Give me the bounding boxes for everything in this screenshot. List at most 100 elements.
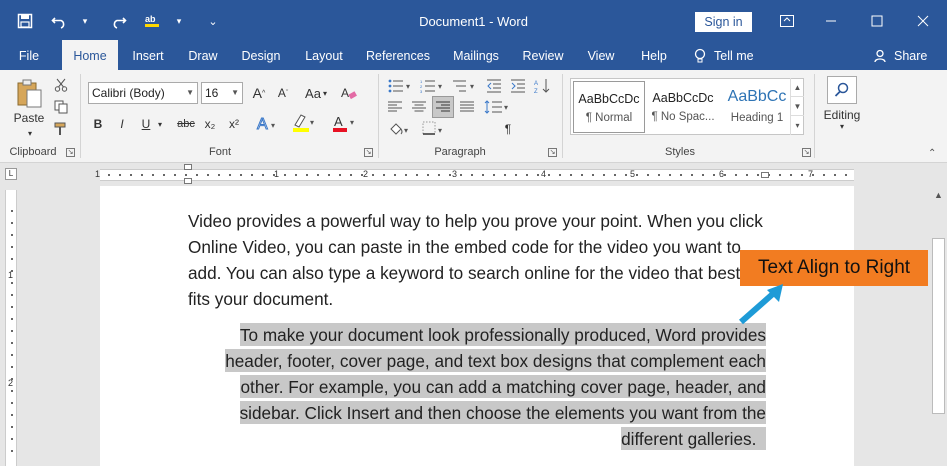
first-line-indent-marker[interactable] (184, 164, 192, 170)
minimize-icon[interactable] (816, 8, 846, 34)
ribbon-display-options-icon[interactable] (772, 8, 802, 34)
shading-icon[interactable]: ▾ (386, 120, 414, 138)
horizontal-ruler[interactable]: 11234567 (95, 169, 854, 181)
tab-home[interactable]: Home (62, 40, 118, 70)
tab-references[interactable]: References (362, 42, 434, 70)
customize-qat-icon[interactable]: ⌄ (202, 10, 224, 32)
paste-button-label[interactable]: Paste (12, 110, 46, 126)
strikethrough-button[interactable]: abc (174, 114, 198, 134)
ruler-tick (504, 174, 506, 176)
close-icon[interactable] (908, 8, 938, 34)
line-spacing-icon[interactable]: ▾ (482, 98, 512, 116)
svg-text:▾: ▾ (350, 118, 354, 127)
scroll-up-icon[interactable]: ▲ (791, 78, 804, 97)
clipboard-launcher-icon[interactable]: ↘ (66, 148, 75, 157)
save-icon[interactable] (14, 10, 36, 32)
increase-indent-icon[interactable] (508, 76, 528, 96)
paragraph-1[interactable]: Video provides a powerful way to help yo… (188, 208, 766, 312)
tab-insert[interactable]: Insert (126, 42, 170, 70)
borders-icon[interactable]: ▾ (420, 120, 448, 138)
ruler-tick (11, 270, 13, 272)
tab-help[interactable]: Help (634, 42, 674, 70)
svg-text:▾: ▾ (404, 126, 408, 135)
style-normal[interactable]: AaBbCcDc ¶ Normal (573, 81, 645, 133)
tell-me-search[interactable]: Tell me (694, 42, 754, 70)
align-right-button[interactable] (432, 96, 454, 118)
tab-view[interactable]: View (580, 42, 622, 70)
clear-formatting-icon[interactable]: A (338, 82, 360, 104)
redo-icon[interactable] (108, 10, 130, 32)
text-effects-icon[interactable]: A ▾ (254, 112, 280, 134)
styles-launcher-icon[interactable]: ↘ (802, 148, 811, 157)
subscript-button[interactable]: x₂ (202, 114, 218, 134)
ruler-tick (108, 174, 110, 176)
scroll-up-icon[interactable]: ▲ (932, 188, 945, 202)
scrollbar-thumb[interactable] (932, 238, 945, 414)
tab-selector-icon[interactable]: L (5, 168, 17, 180)
justify-icon[interactable] (458, 98, 476, 116)
tab-draw[interactable]: Draw (182, 42, 224, 70)
right-indent-marker[interactable] (761, 172, 769, 178)
vertical-scrollbar[interactable]: ▲ (930, 186, 947, 466)
highlight-color-icon[interactable]: ▾ (290, 112, 318, 134)
left-indent-marker[interactable] (184, 178, 192, 184)
format-painter-icon[interactable] (52, 120, 70, 138)
paragraph-launcher-icon[interactable]: ↘ (548, 148, 557, 157)
spelling-icon[interactable]: ab (142, 10, 164, 32)
cut-icon[interactable] (52, 76, 70, 94)
font-color-icon[interactable]: A ▾ (330, 112, 358, 134)
text-line: other. For example, you can add a matchi… (240, 375, 766, 398)
ruler-tick (11, 294, 13, 296)
text-line: different galleries. (621, 427, 757, 450)
style-no-spacing[interactable]: AaBbCcDc ¶ No Spac... (647, 81, 719, 133)
sign-in-button[interactable]: Sign in (695, 12, 752, 32)
tab-design[interactable]: Design (236, 42, 286, 70)
style-heading-1[interactable]: AaBbCc Heading 1 (721, 81, 793, 133)
show-hide-marks-icon[interactable]: ¶ (498, 120, 518, 138)
copy-icon[interactable] (52, 98, 70, 116)
tab-layout[interactable]: Layout (298, 42, 350, 70)
font-group-label: Font (208, 146, 231, 158)
collapse-ribbon-icon[interactable]: ⌃ (928, 148, 936, 159)
tab-file[interactable]: File (8, 42, 50, 70)
font-size-select[interactable]: 16 ▼ (201, 82, 243, 104)
vertical-ruler[interactable]: 12 (5, 190, 17, 466)
ruler-tick (11, 378, 13, 380)
svg-text:▾: ▾ (438, 126, 442, 135)
editing-button[interactable]: Editing ▾ (820, 76, 864, 136)
tab-review[interactable]: Review (518, 42, 568, 70)
shrink-font-icon[interactable]: Aˇ (274, 82, 292, 104)
italic-button[interactable]: I (114, 114, 130, 134)
maximize-icon[interactable] (862, 8, 892, 34)
ruler-tick (383, 174, 385, 176)
underline-dropdown-icon[interactable]: ▾ (155, 114, 165, 134)
numbering-icon[interactable]: 1 2 3 ▾ (418, 76, 448, 96)
align-center-icon[interactable] (410, 98, 428, 116)
bullets-icon[interactable]: ▾ (386, 76, 416, 96)
align-left-icon[interactable] (386, 98, 404, 116)
decrease-indent-icon[interactable] (484, 76, 504, 96)
undo-dropdown-icon[interactable]: ▾ (74, 10, 96, 32)
underline-button[interactable]: U (138, 114, 154, 134)
grow-font-icon[interactable]: A ^ (250, 82, 268, 104)
ruler-tick (757, 174, 759, 176)
paste-dropdown-icon[interactable]: ▾ (24, 128, 36, 138)
font-name-select[interactable]: Calibri (Body) ▼ (88, 82, 198, 104)
change-case-icon[interactable]: Aa ▾ (301, 82, 331, 104)
superscript-button[interactable]: x² (226, 114, 242, 134)
paste-icon[interactable] (12, 76, 46, 110)
style-name: ¶ No Spac... (651, 111, 715, 123)
multilevel-list-icon[interactable]: ▾ (450, 76, 480, 96)
paragraph-2-selected[interactable]: To make your document look professionall… (188, 322, 766, 452)
more-styles-icon[interactable]: ▾ (791, 116, 804, 135)
scroll-down-icon[interactable]: ▼ (791, 97, 804, 116)
document-page[interactable]: Video provides a powerful way to help yo… (100, 186, 854, 466)
font-launcher-icon[interactable]: ↘ (364, 148, 373, 157)
bold-button[interactable]: B (90, 114, 106, 134)
undo-icon[interactable] (48, 10, 70, 32)
tab-mailings[interactable]: Mailings (446, 42, 506, 70)
share-button[interactable]: Share (874, 42, 927, 70)
spelling-dropdown-icon[interactable]: ▾ (168, 10, 190, 32)
ruler-tick (273, 174, 275, 176)
sort-icon[interactable]: AZ (532, 76, 552, 96)
